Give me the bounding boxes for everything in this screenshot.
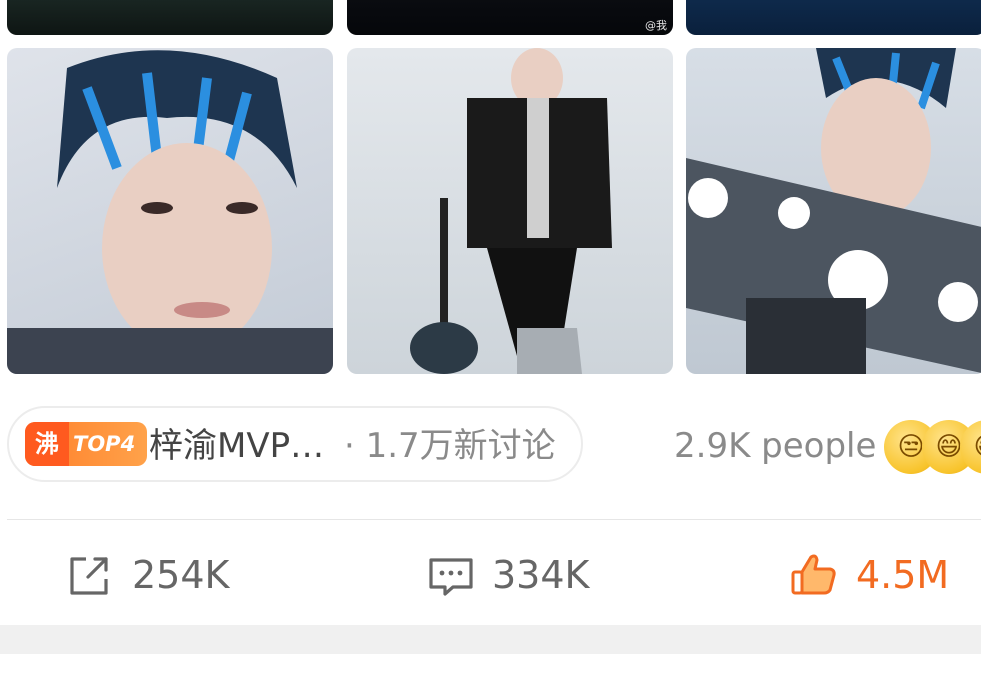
like-button[interactable]: 4.5M: [790, 548, 980, 602]
hot-rank-badge: 沸 TOP4: [25, 422, 147, 466]
watermark: @我: [645, 19, 667, 32]
hot-topic-pill[interactable]: 沸 TOP4 梓渝MVP… · 1.7万新讨论: [7, 406, 583, 482]
photo-thumbnail-3[interactable]: [686, 0, 981, 35]
thumbs-up-icon: [791, 554, 836, 595]
photo-thumbnail-6[interactable]: [686, 48, 981, 374]
photo-thumbnail-2[interactable]: @我: [347, 0, 673, 35]
hot-topic-discussion-count: · 1.7万新讨论: [344, 426, 556, 466]
rank-label: TOP4: [73, 432, 136, 456]
photo-thumbnail-1[interactable]: [7, 0, 333, 35]
feed-separator: [0, 625, 981, 654]
comment-button[interactable]: 334K: [426, 548, 626, 602]
full-body-guitar-image: [410, 48, 612, 374]
hot-topic-title: 梓渝MVP…: [149, 426, 325, 466]
portrait-closeup-image: [7, 50, 333, 374]
share-count: 254K: [132, 553, 230, 597]
like-count: 4.5M: [856, 553, 950, 597]
boiling-badge-icon: 沸: [25, 422, 69, 466]
reaction-people-count[interactable]: 2.9K people: [674, 424, 876, 468]
photo-thumbnail-4[interactable]: [7, 48, 333, 374]
comment-icon: [429, 558, 473, 596]
comment-count: 334K: [492, 553, 590, 597]
divider: [7, 519, 981, 520]
share-icon: [70, 557, 108, 595]
portrait-with-board-image: [686, 48, 981, 374]
photo-thumbnail-5[interactable]: [347, 48, 673, 374]
share-button[interactable]: 254K: [66, 548, 266, 602]
